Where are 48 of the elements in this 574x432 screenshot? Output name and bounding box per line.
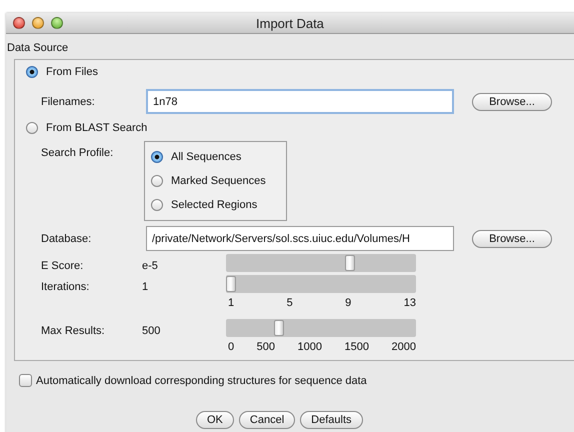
database-field[interactable]: /private/Network/Servers/sol.scs.uiuc.edu/Volumes/H	[146, 226, 454, 251]
zoom-button[interactable]	[51, 17, 63, 29]
checkbox-label: Automatically download corresponding structures for sequence data	[36, 374, 367, 386]
tick-label: 9	[345, 297, 352, 309]
dialog-button[interactable]: Defaults	[300, 411, 363, 429]
slider-label: Iterations:	[40, 280, 90, 293]
radio-label: Marked Sequences	[171, 175, 266, 187]
section-label: Data Source	[7, 42, 70, 54]
radio-label: All Sequences	[171, 151, 242, 163]
radio-button[interactable]	[151, 199, 163, 211]
tick-label: 13	[404, 297, 416, 309]
checkbox[interactable]	[19, 374, 32, 387]
radio-label: Selected Regions	[171, 199, 258, 211]
slider-track[interactable]	[226, 275, 416, 293]
tick-label: 1	[228, 297, 234, 309]
tick-label: 0	[228, 341, 234, 353]
tick-label: 2000	[392, 341, 416, 353]
tick-label: 1500	[344, 341, 369, 353]
radio-label: From BLAST Search	[46, 122, 148, 134]
radio-button[interactable]	[151, 151, 163, 163]
dialog-button[interactable]: Cancel	[238, 411, 296, 429]
slider-label: Max Results:	[40, 324, 106, 337]
radio-button[interactable]	[26, 66, 38, 78]
field-label: Database:	[40, 232, 92, 244]
window-title: Import Data	[256, 16, 324, 31]
slider-value: 1	[142, 280, 150, 293]
slider-thumb[interactable]	[274, 320, 284, 336]
field-label: Filenames:	[40, 96, 96, 108]
slider-track[interactable]	[226, 319, 416, 337]
browse-button[interactable]: Browse...	[472, 230, 552, 248]
slider-track[interactable]	[226, 254, 416, 272]
minimize-button[interactable]	[32, 17, 44, 29]
slider-label: E Score:	[40, 259, 84, 272]
filenames-field[interactable]: 1n78	[146, 89, 454, 114]
slider-value: 500	[142, 324, 162, 337]
slider-thumb[interactable]	[345, 255, 356, 271]
slider-value: e-5	[142, 259, 159, 272]
tick-label: 500	[256, 341, 275, 353]
slider-thumb[interactable]	[226, 276, 236, 292]
radio-button[interactable]	[151, 175, 163, 187]
radio-button[interactable]	[26, 122, 38, 134]
field-label: Search Profile:	[40, 146, 114, 159]
radio-label: From Files	[46, 66, 98, 78]
close-button[interactable]	[13, 17, 25, 29]
dialog-button[interactable]: OK	[196, 411, 234, 429]
tick-label: 5	[286, 297, 293, 309]
browse-button[interactable]: Browse...	[472, 92, 552, 110]
tick-label: 1000	[298, 341, 322, 353]
